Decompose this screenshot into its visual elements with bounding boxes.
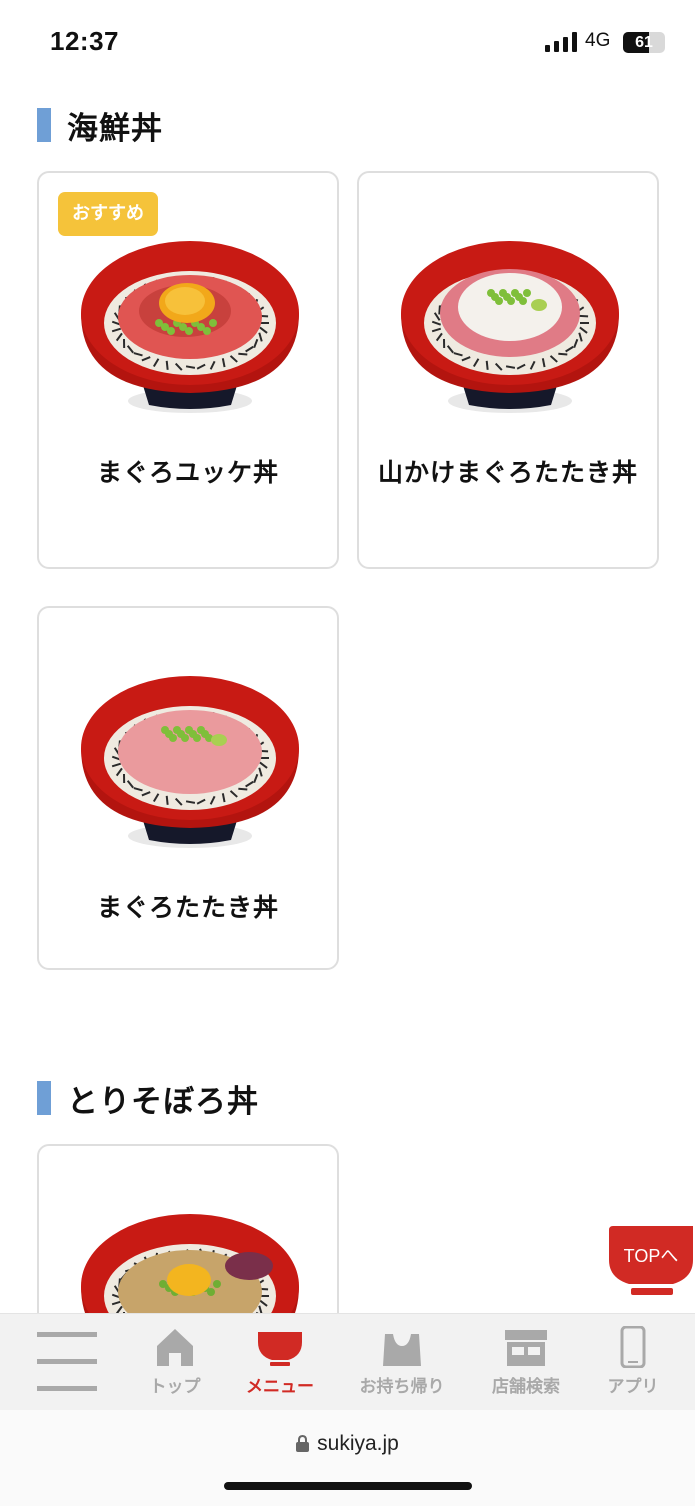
nav-item-menu[interactable]: メニュー — [225, 1326, 335, 1397]
store-icon — [505, 1330, 547, 1366]
battery-level: 61 — [635, 34, 653, 51]
bottom-nav: トップ メニュー お持ち帰り 店舗検索 アプリ — [0, 1313, 695, 1410]
url-text[interactable]: sukiya.jp — [317, 1432, 399, 1455]
heading-bar — [37, 1081, 51, 1115]
network-label: 4G — [585, 30, 611, 51]
nav-item-takeout[interactable]: お持ち帰り — [347, 1326, 457, 1397]
status-time: 12:37 — [50, 26, 119, 56]
home-indicator — [224, 1482, 472, 1490]
menu-card[interactable]: まぐろたたき丼 — [37, 606, 339, 970]
nav-item-app[interactable]: アプリ — [578, 1326, 688, 1397]
recommended-badge: おすすめ — [58, 192, 158, 236]
section-title: 海鮮丼 — [67, 110, 163, 147]
back-to-top-label: TOPへ — [623, 1246, 679, 1266]
status-bar: 12:37 4G 61 — [0, 0, 695, 80]
menu-card[interactable]: 山かけまぐろたたき丼 — [357, 171, 659, 569]
food-image — [81, 676, 299, 848]
section-heading: 海鮮丼 — [37, 108, 163, 147]
heading-bar — [37, 108, 51, 142]
card-title: 山かけまぐろたたき丼 — [377, 458, 638, 487]
bowl-icon — [258, 1332, 302, 1366]
section-title: とりそぼろ丼 — [67, 1083, 259, 1120]
hamburger-icon[interactable] — [37, 1332, 97, 1392]
nav-label: メニュー — [246, 1377, 314, 1397]
nav-label: トップ — [149, 1377, 201, 1397]
home-icon — [157, 1329, 193, 1366]
section-heading: とりそぼろ丼 — [37, 1081, 259, 1120]
nav-item-top[interactable]: トップ — [120, 1326, 230, 1397]
card-title: まぐろたたき丼 — [96, 893, 279, 922]
battery-icon: 61 — [623, 32, 665, 53]
menu-card[interactable]: おすすめ まぐろユッケ丼 — [37, 171, 339, 569]
food-image — [401, 241, 619, 413]
card-title: まぐろユッケ丼 — [96, 458, 279, 487]
signal-icon — [545, 32, 577, 52]
browser-url-bar: sukiya.jp — [0, 1410, 695, 1506]
lock-icon — [296, 1435, 310, 1452]
food-image — [81, 241, 299, 413]
nav-label: アプリ — [607, 1377, 659, 1397]
back-to-top-button[interactable]: TOPへ — [609, 1226, 693, 1296]
nav-label: 店舗検索 — [492, 1377, 560, 1397]
phone-icon — [620, 1326, 646, 1368]
nav-label: お持ち帰り — [359, 1377, 445, 1397]
bag-icon — [383, 1334, 421, 1366]
nav-item-store-search[interactable]: 店舗検索 — [471, 1326, 581, 1397]
